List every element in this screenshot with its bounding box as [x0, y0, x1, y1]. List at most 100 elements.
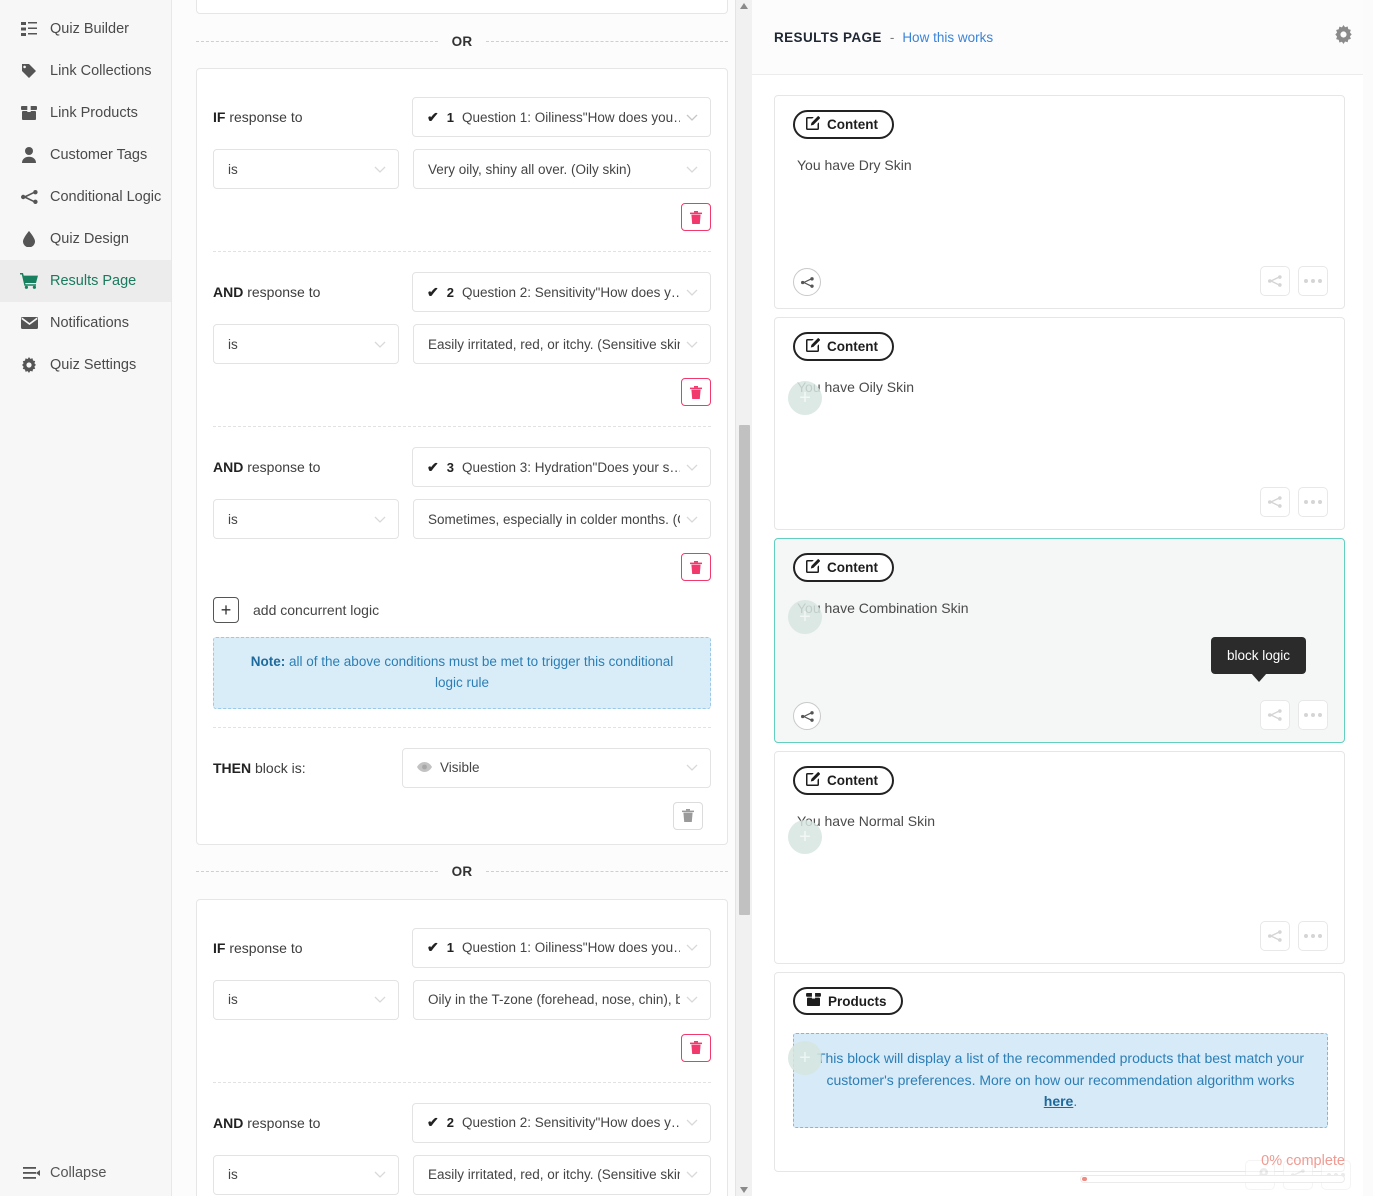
block-type-label: Content [827, 773, 878, 788]
then-rest: block is: [251, 759, 306, 776]
operator-select[interactable]: is [213, 499, 399, 539]
block-logic-button[interactable] [1260, 921, 1290, 951]
gear-icon[interactable] [1334, 25, 1353, 49]
list-icon [20, 20, 38, 38]
operator-select[interactable]: is [213, 324, 399, 364]
answer-select[interactable]: Easily irritated, red, or itchy. (Sensit… [413, 324, 711, 364]
app-root: Quiz Builder Link Collections Link Produ… [0, 0, 1373, 1196]
page-title: RESULTS PAGE [774, 29, 882, 45]
sidebar-item-quiz-design[interactable]: Quiz Design [0, 218, 171, 260]
operator-value: is [228, 161, 238, 177]
delete-condition-button[interactable] [681, 378, 711, 406]
box-icon [20, 104, 38, 122]
chevron-down-icon [686, 337, 700, 352]
result-block-products[interactable]: Products This block will display a list … [774, 972, 1345, 1172]
question-select[interactable]: ✔ 2 Question 2: Sensitivity"How does y… [412, 1102, 711, 1143]
result-block-content[interactable]: Content You have Normal Skin [774, 751, 1345, 964]
delete-condition-button[interactable] [681, 203, 711, 231]
then-value: Visible [440, 760, 480, 776]
check-icon: ✔ [427, 1114, 439, 1131]
progress-label: 0% complete [1261, 1153, 1345, 1169]
add-concurrent-logic-button[interactable]: + add concurrent logic [213, 589, 711, 637]
result-block-content[interactable]: Content You have Dry Skin [774, 95, 1345, 309]
question-select[interactable]: ✔ 3 Question 3: Hydration"Does your s… [412, 447, 711, 487]
block-logic-button[interactable] [1260, 700, 1290, 730]
sidebar-item-quiz-builder[interactable]: Quiz Builder [0, 8, 171, 50]
user-icon [20, 146, 38, 164]
block-more-button[interactable] [1298, 700, 1328, 730]
box-icon [806, 993, 821, 1009]
add-block-button[interactable]: + [788, 600, 822, 634]
block-footer [793, 266, 1328, 296]
block-more-button[interactable] [1298, 266, 1328, 296]
products-info-note: This block will display a list of the re… [793, 1033, 1328, 1129]
keyword-bold: IF [213, 109, 226, 125]
block-more-button[interactable] [1298, 921, 1328, 951]
chevron-down-icon [374, 337, 388, 352]
sidebar-item-link-products[interactable]: Link Products [0, 92, 171, 134]
answer-select[interactable]: Oily in the T-zone (forehead, nose, chin… [413, 979, 711, 1020]
chevron-down-icon [686, 460, 700, 475]
answer-select[interactable]: Easily irritated, red, or itchy. (Sensit… [413, 1154, 711, 1195]
then-visibility-select[interactable]: Visible [402, 747, 711, 788]
question-select[interactable]: ✔ 2 Question 2: Sensitivity"How does y… [412, 272, 711, 312]
eye-icon [417, 760, 432, 775]
gear-icon [20, 356, 38, 374]
delete-condition-button[interactable] [681, 553, 711, 581]
logic-panel-scrollbar[interactable] [735, 0, 752, 1196]
add-block-button[interactable]: + [788, 381, 822, 415]
answer-value: Very oily, shiny all over. (Oily skin) [428, 161, 632, 177]
condition-keyword: IF response to [213, 109, 398, 125]
how-this-works-link[interactable]: How this works [902, 30, 993, 45]
operator-value: is [228, 511, 238, 527]
delete-condition-button[interactable] [681, 1033, 711, 1062]
operator-value: is [228, 1167, 238, 1183]
scroll-down-arrow-icon[interactable] [740, 1187, 748, 1193]
block-logic-badge[interactable] [793, 268, 821, 296]
sidebar-item-notifications[interactable]: Notifications [0, 302, 171, 344]
separator-line-right [486, 871, 729, 873]
answer-select[interactable]: Sometimes, especially in colder months. … [413, 499, 711, 539]
edit-square-icon [806, 559, 821, 576]
question-label: Question 2: Sensitivity"How does y… [461, 284, 680, 300]
block-more-button[interactable] [1298, 487, 1328, 517]
block-type-label: Content [827, 117, 878, 132]
results-panel-scrollbar[interactable] [1363, 0, 1373, 1196]
sidebar-item-link-collections[interactable]: Link Collections [0, 50, 171, 92]
block-logic-button[interactable] [1260, 266, 1290, 296]
block-logic-badge[interactable] [793, 702, 821, 730]
block-logic-button[interactable] [1260, 487, 1290, 517]
collapse-button[interactable]: Collapse [0, 1150, 172, 1196]
answer-select[interactable]: Very oily, shiny all over. (Oily skin) [413, 149, 711, 189]
collapse-icon [22, 1164, 40, 1182]
result-block-content-selected[interactable]: Content You have Combination Skin block … [774, 538, 1345, 743]
logic-note: Note: all of the above conditions must b… [213, 637, 711, 709]
block-footer [793, 700, 1328, 730]
chevron-down-icon [686, 760, 700, 775]
or-separator: OR [196, 845, 729, 899]
result-block-content[interactable]: Content You have Oily Skin [774, 317, 1345, 530]
scrollbar-thumb[interactable] [739, 425, 750, 915]
add-block-button[interactable]: + [788, 820, 822, 854]
chevron-down-icon [686, 110, 700, 125]
keyword-bold: AND [213, 459, 244, 475]
delete-rule-button[interactable] [673, 801, 703, 830]
operator-select[interactable]: is [213, 1154, 399, 1195]
separator-line-left [196, 40, 438, 42]
operator-select[interactable]: is [213, 979, 399, 1020]
products-note-link[interactable]: here [1044, 1093, 1074, 1109]
add-block-button[interactable]: + [788, 1041, 822, 1075]
collapse-label: Collapse [50, 1165, 107, 1181]
then-bold: THEN [213, 759, 252, 776]
sidebar: Quiz Builder Link Collections Link Produ… [0, 0, 172, 1196]
scroll-up-arrow-icon[interactable] [740, 3, 748, 9]
sidebar-item-conditional-logic[interactable]: Conditional Logic [0, 176, 171, 218]
operator-select[interactable]: is [213, 149, 399, 189]
question-select[interactable]: ✔ 1 Question 1: Oiliness"How does you… [412, 927, 711, 968]
sidebar-item-customer-tags[interactable]: Customer Tags [0, 134, 171, 176]
sidebar-item-results-page[interactable]: Results Page [0, 260, 171, 302]
sidebar-item-label: Quiz Builder [50, 21, 129, 37]
question-select[interactable]: ✔ 1 Question 1: Oiliness"How does you… [412, 97, 711, 137]
sidebar-item-quiz-settings[interactable]: Quiz Settings [0, 344, 171, 386]
progress-bar [1080, 1175, 1345, 1183]
